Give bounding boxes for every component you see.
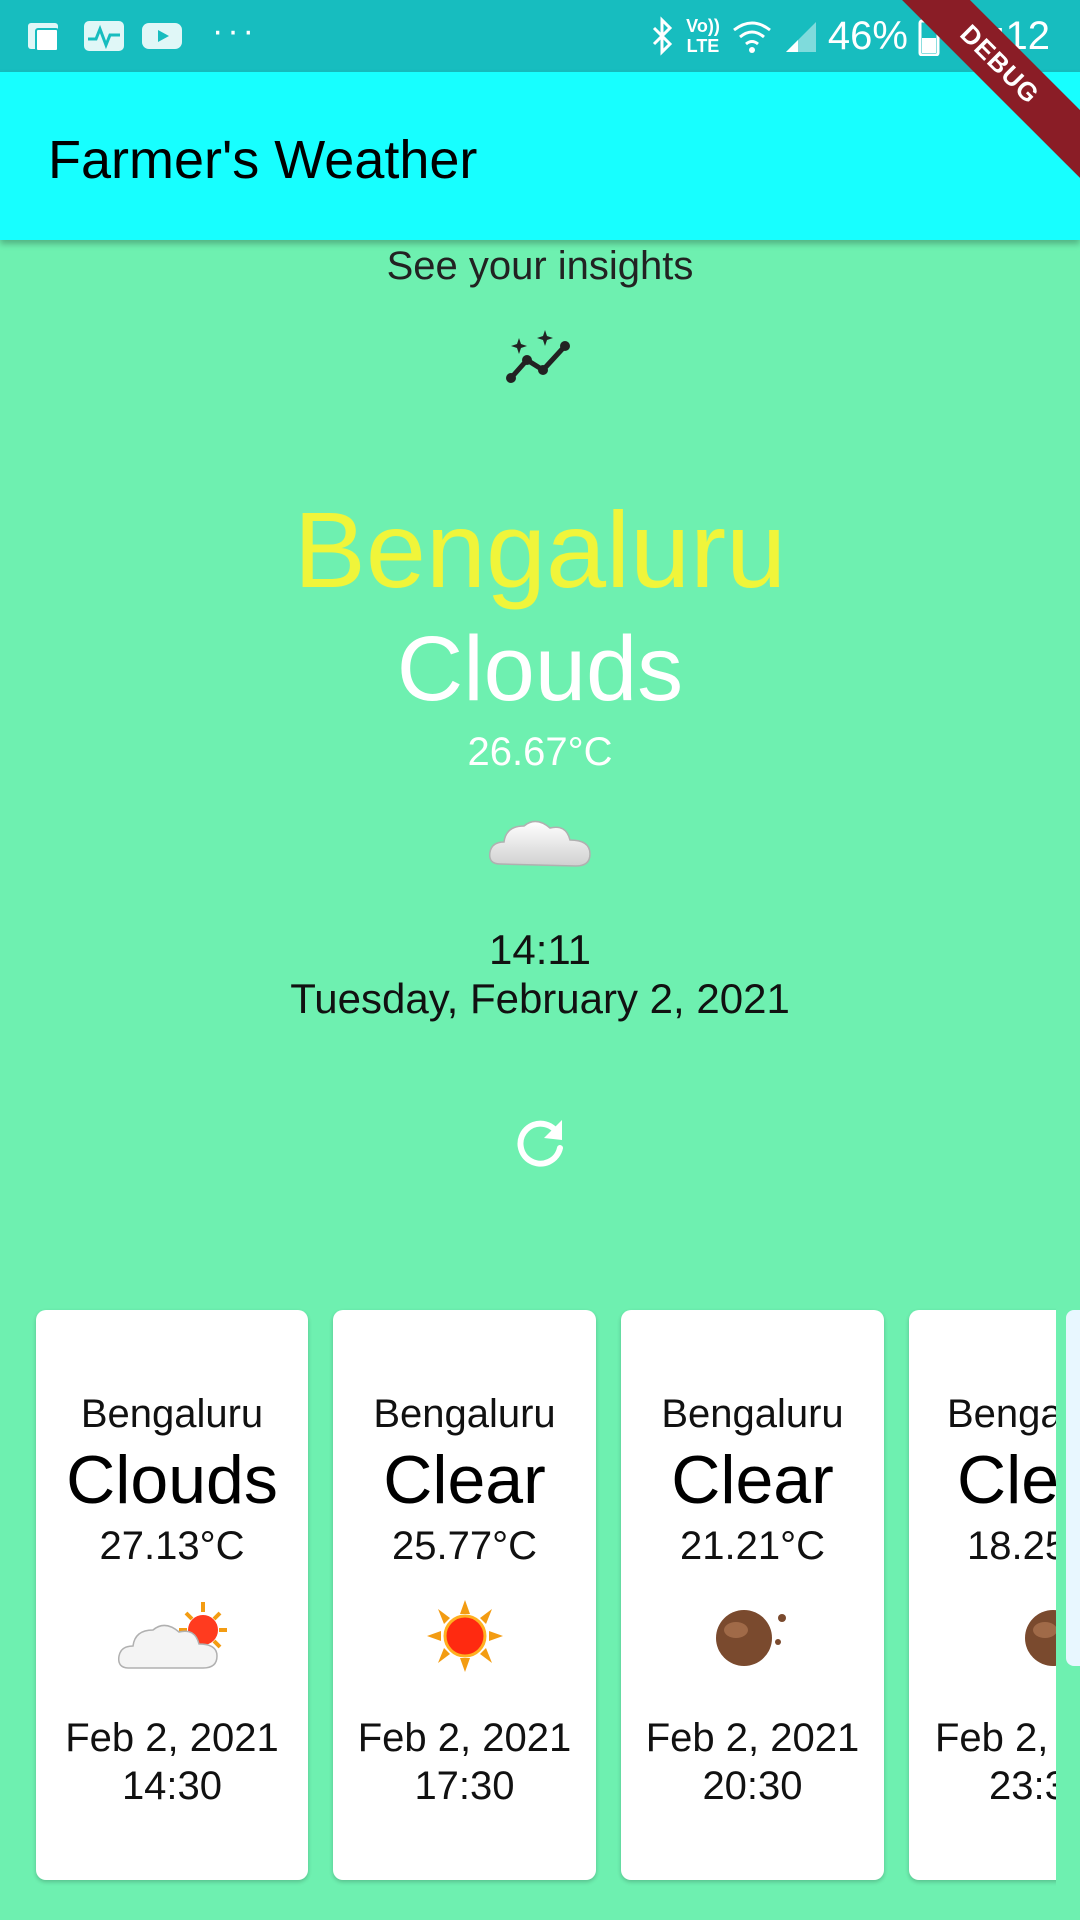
forecast-card[interactable]: Bengaluru Clear 21.21°C Feb 2, 2021 20:3… bbox=[621, 1310, 884, 1880]
current-temperature: 26.67°C bbox=[467, 730, 613, 774]
forecast-condition: Clouds bbox=[66, 1442, 278, 1518]
forecast-temperature: 27.13°C bbox=[99, 1524, 245, 1568]
forecast-time: 14:30 bbox=[121, 1764, 223, 1808]
forecast-date: Feb 2, 2021 bbox=[65, 1716, 279, 1760]
forecast-card[interactable]: Bengaluru Clear 18.25°C Feb 2, 2021 23:3… bbox=[909, 1310, 1056, 1880]
device-icon bbox=[28, 23, 59, 52]
forecast-time: 17:30 bbox=[414, 1764, 515, 1808]
moon-icon bbox=[715, 1610, 786, 1666]
forecast-time: 23:30 bbox=[989, 1764, 1056, 1808]
activity-icon bbox=[84, 21, 124, 51]
current-city: Bengaluru bbox=[293, 489, 787, 610]
more-notifications-icon: ··· bbox=[212, 12, 258, 50]
forecast-date: Feb 2, 2021 bbox=[935, 1716, 1056, 1760]
app-bar: Farmer's Weather bbox=[0, 72, 1080, 240]
forecast-date: Feb 2, 2021 bbox=[357, 1716, 572, 1760]
current-date: Tuesday, February 2, 2021 bbox=[290, 975, 790, 1022]
insights-icon[interactable] bbox=[505, 328, 577, 388]
wifi-icon bbox=[732, 21, 771, 53]
cloud-icon bbox=[488, 820, 591, 867]
forecast-city: Bengaluru bbox=[947, 1392, 1056, 1436]
forecast-card[interactable]: Bengaluru Clear 25.77°C Feb 2, 2021 17:3… bbox=[333, 1310, 596, 1880]
battery-percent: 46% bbox=[827, 13, 908, 58]
forecast-list[interactable]: Bengaluru Clouds 27.13°C Feb 2, 2021 14:… bbox=[0, 1306, 1056, 1886]
youtube-icon bbox=[142, 23, 182, 49]
moon-icon bbox=[1025, 1610, 1056, 1666]
forecast-condition: Clear bbox=[671, 1442, 834, 1518]
forecast-time: 20:30 bbox=[702, 1764, 803, 1808]
forecast-condition: Clear bbox=[957, 1442, 1056, 1518]
refresh-icon[interactable] bbox=[510, 1112, 570, 1172]
forecast-temperature: 25.77°C bbox=[392, 1524, 537, 1568]
forecast-card[interactable]: Bengaluru Clouds 27.13°C Feb 2, 2021 14:… bbox=[36, 1310, 308, 1880]
insights-label[interactable]: See your insights bbox=[0, 244, 1080, 289]
forecast-city: Bengaluru bbox=[373, 1392, 556, 1436]
current-time: 14:11 bbox=[489, 926, 591, 973]
current-condition: Clouds bbox=[396, 618, 684, 720]
forecast-temperature: 21.21°C bbox=[680, 1524, 825, 1568]
forecast-condition: Clear bbox=[383, 1442, 546, 1518]
volte-icon: Vo)) LTE bbox=[686, 16, 720, 56]
cloud-sun-icon bbox=[117, 1602, 227, 1669]
bluetooth-icon bbox=[653, 16, 673, 56]
forecast-city: Bengaluru bbox=[80, 1392, 264, 1436]
forecast-city: Bengaluru bbox=[661, 1392, 844, 1436]
signal-icon bbox=[785, 22, 816, 52]
notification-icons: ··· bbox=[24, 12, 258, 60]
sun-icon bbox=[426, 1600, 503, 1672]
forecast-temperature: 18.25°C bbox=[967, 1524, 1056, 1568]
forecast-date: Feb 2, 2021 bbox=[645, 1716, 860, 1760]
app-title: Farmer's Weather bbox=[48, 130, 478, 190]
scroll-overscroll-indicator bbox=[1066, 1310, 1080, 1666]
